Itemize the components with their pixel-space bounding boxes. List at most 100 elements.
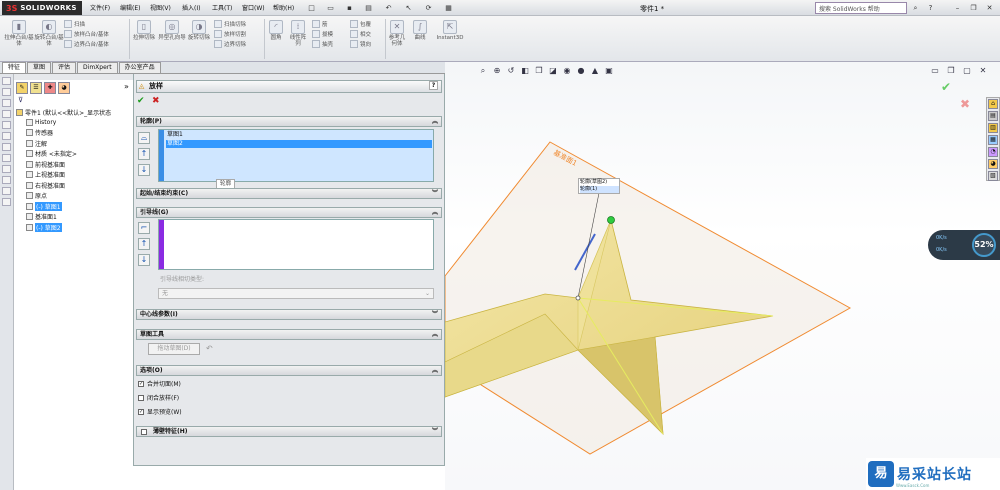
tab-features[interactable]: 特征: [2, 62, 27, 73]
rebuild-icon[interactable]: ⟳: [423, 3, 434, 13]
move-down-button[interactable]: ↓: [138, 164, 150, 176]
display-style-icon[interactable]: ◪: [548, 66, 558, 76]
view-palette-icon[interactable]: ◔: [988, 147, 998, 157]
boundary-boss-button[interactable]: 边界凸台/基体: [64, 39, 128, 49]
minimize-icon[interactable]: –: [952, 3, 963, 13]
home-icon[interactable]: ⌂: [988, 99, 998, 109]
revolve-cut-button[interactable]: ◑ 旋转切除: [186, 20, 212, 41]
options-icon[interactable]: ▦: [443, 3, 454, 13]
lofted-cut-button[interactable]: 放样切割: [214, 29, 264, 39]
tree-item[interactable]: 基准面1: [26, 212, 57, 222]
toolbar-button[interactable]: [2, 176, 11, 184]
view-orientation-icon[interactable]: ❒: [534, 66, 544, 76]
print-icon[interactable]: ▤: [363, 3, 374, 13]
restore-icon[interactable]: ❐: [968, 3, 979, 13]
viewport-restore-icon[interactable]: ❐: [946, 66, 956, 76]
mirror-button[interactable]: 镜向: [350, 39, 384, 49]
zoom-to-area-icon[interactable]: ⊕: [492, 66, 502, 76]
expand-chevron-icon[interactable]: »: [124, 82, 129, 94]
instant3d-button[interactable]: ⇱ Instant3D: [434, 20, 466, 41]
toolbar-button[interactable]: [2, 143, 11, 151]
wrap-button[interactable]: 包覆: [350, 19, 384, 29]
tree-item[interactable]: 右视基准面: [26, 180, 65, 190]
curves-button[interactable]: ∫ 曲线: [410, 20, 430, 41]
resources-icon[interactable]: ▤: [988, 111, 998, 121]
tree-item[interactable]: 注解: [26, 138, 47, 148]
feature-manager-icon[interactable]: ✎: [16, 82, 28, 94]
option-checkbox[interactable]: ✓: [138, 380, 144, 387]
move-up-button[interactable]: ↑: [138, 148, 150, 160]
drag-sketch-button[interactable]: 拖动草图(D): [148, 343, 200, 355]
tree-item[interactable]: 传感器: [26, 128, 53, 138]
boundary-cut-button[interactable]: 边界切除: [214, 39, 264, 49]
zoom-to-fit-icon[interactable]: ⌕: [478, 66, 488, 76]
file-explorer-icon[interactable]: ▦: [988, 135, 998, 145]
tree-item[interactable]: 材质 <未指定>: [26, 149, 77, 159]
revolve-boss-button[interactable]: ◐ 旋转凸台/基体: [34, 20, 64, 47]
thin-feature-checkbox[interactable]: [141, 429, 147, 435]
viewport-maximize-icon[interactable]: ▢: [962, 66, 972, 76]
guide-curves-header[interactable]: 引导线(G) ︽: [136, 207, 442, 218]
confirm-cancel-icon[interactable]: ✖: [960, 97, 970, 111]
design-library-icon[interactable]: ▥: [988, 123, 998, 133]
select-icon[interactable]: ↖: [403, 3, 414, 13]
previous-view-icon[interactable]: ↺: [506, 66, 516, 76]
toolbar-button[interactable]: [2, 132, 11, 140]
fillet-button[interactable]: ◜ 圆角: [266, 20, 286, 41]
connector-handle[interactable]: [607, 216, 615, 224]
tree-item[interactable]: History: [26, 117, 56, 127]
tab-office-products[interactable]: 办公室产品: [118, 62, 161, 73]
menu-tools[interactable]: 工具(T): [212, 3, 232, 14]
search-icon[interactable]: ⌕: [910, 3, 921, 13]
swept-cut-button[interactable]: 扫描切除: [214, 19, 264, 29]
close-icon[interactable]: ✕: [984, 3, 995, 13]
property-manager-icon[interactable]: ☰: [30, 82, 42, 94]
hide-show-items-icon[interactable]: ◉: [562, 66, 572, 76]
linear-pattern-button[interactable]: ⁞ 线性阵列: [288, 20, 308, 47]
edit-appearance-icon[interactable]: ●: [576, 66, 586, 76]
draft-button[interactable]: 拔模: [312, 29, 346, 39]
start-end-constraints-header[interactable]: 起始/结束约束(C) ︾: [136, 188, 442, 199]
new-file-icon[interactable]: □: [306, 3, 317, 13]
save-icon[interactable]: ▪: [344, 3, 355, 13]
filter-icon[interactable]: ⊽: [18, 96, 23, 104]
ok-icon[interactable]: ✔: [137, 96, 145, 106]
option-row[interactable]: 闭合放样(F): [138, 393, 179, 402]
help-icon[interactable]: ?: [429, 81, 438, 90]
option-row[interactable]: ✓ 显示预览(W): [138, 407, 182, 416]
toolbar-button[interactable]: [2, 154, 11, 162]
intersect-button[interactable]: 相交: [350, 29, 384, 39]
menu-insert[interactable]: 插入(I): [182, 3, 200, 14]
graphics-area[interactable]: 基准面1 轮廓(草图2) 轮廓(1) ✔ ✖: [445, 62, 1000, 490]
configuration-manager-icon[interactable]: ✚: [44, 82, 56, 94]
profiles-header[interactable]: 轮廓(P) ︽: [136, 116, 442, 127]
profiles-list[interactable]: 草图1 草图2: [158, 129, 434, 182]
tree-root[interactable]: 零件1 (默认<<默认>_显示状态: [16, 107, 111, 117]
centerline-params-header[interactable]: 中心线参数(I) ︾: [136, 309, 442, 320]
toolbar-button[interactable]: [2, 165, 11, 173]
open-file-icon[interactable]: ▭: [325, 3, 336, 13]
view-settings-icon[interactable]: ▣: [604, 66, 614, 76]
option-checkbox[interactable]: ✓: [138, 408, 144, 415]
option-checkbox[interactable]: [138, 394, 144, 401]
undo-icon[interactable]: ↶: [383, 3, 394, 13]
section-view-icon[interactable]: ◧: [520, 66, 530, 76]
menu-window[interactable]: 窗口(W): [242, 3, 265, 14]
help-icon[interactable]: ?: [925, 3, 936, 13]
menu-view[interactable]: 视图(V): [150, 3, 171, 14]
display-manager-icon[interactable]: ◕: [58, 82, 70, 94]
profile-item[interactable]: 草图1: [167, 131, 183, 139]
rib-button[interactable]: 筋: [312, 19, 346, 29]
toolbar-button[interactable]: [2, 88, 11, 96]
loft-boss-button[interactable]: 放样凸台/基体: [64, 29, 128, 39]
tree-item[interactable]: (-) 草图1: [26, 201, 62, 211]
custom-properties-icon[interactable]: ▧: [988, 171, 998, 181]
model-viewport[interactable]: 基准面1: [445, 62, 1000, 490]
connector-point[interactable]: [575, 295, 581, 301]
options-header[interactable]: 选项(O) ︽: [136, 365, 442, 376]
menu-file[interactable]: 文件(F): [90, 3, 110, 14]
sketch-tools-header[interactable]: 草图工具 ︽: [136, 329, 442, 340]
apply-scene-icon[interactable]: ▲: [590, 66, 600, 76]
toolbar-button[interactable]: [2, 77, 11, 85]
sweep-button[interactable]: 扫描: [64, 19, 128, 29]
